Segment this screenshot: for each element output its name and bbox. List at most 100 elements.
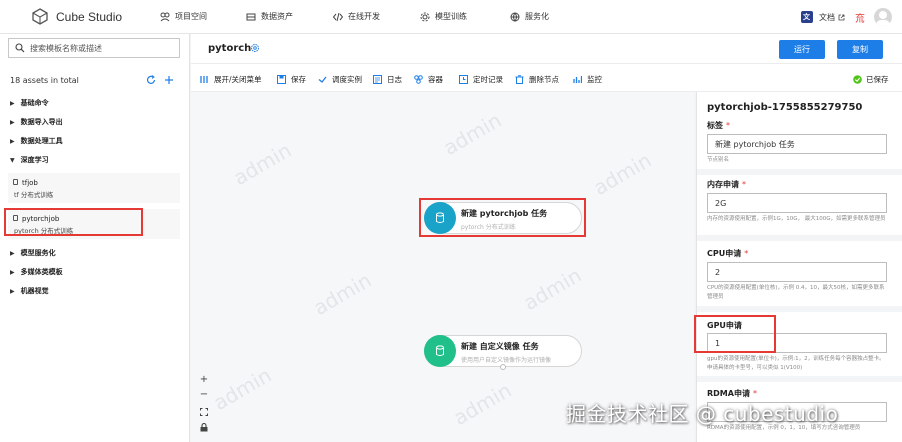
field-hint: CPU的资源使用配置(单位核)，示例 0.4，10，最大50核，如需更多联系管理… xyxy=(707,285,885,300)
menu-toggle-icon xyxy=(200,76,208,83)
watermark: admin xyxy=(229,137,296,191)
run-button[interactable]: 运行 xyxy=(779,40,825,59)
caret-right-icon: ▶ xyxy=(10,268,15,276)
watermark: admin xyxy=(589,147,656,201)
caret-down-icon: ▼ xyxy=(10,156,15,164)
external-link-icon xyxy=(838,14,845,20)
task-node-custom-image[interactable]: 新建 自定义镜像 任务 使用用户自定义镜像作为运行镜像 xyxy=(424,335,582,367)
toolbar-label: 定时记录 xyxy=(473,75,503,84)
toolbar-label: 日志 xyxy=(387,75,402,84)
toolbar-timer-records[interactable]: 定时记录 xyxy=(459,74,503,85)
field-label: RDMA申请 xyxy=(707,389,750,398)
category-label: 基础命令 xyxy=(20,99,49,107)
toolbar-label: 删除节点 xyxy=(529,75,559,84)
field-label-tag: 标签 * xyxy=(707,120,730,131)
category-basic-commands[interactable]: ▶ 基础命令 xyxy=(10,98,49,108)
category-deep-learning[interactable]: ▼ 深度学习 xyxy=(10,155,49,165)
highlight-box-template xyxy=(4,208,143,236)
zoom-in-button[interactable]: + xyxy=(199,374,209,385)
node-subtitle: 使用用户自定义镜像作为运行镜像 xyxy=(461,357,552,364)
node-id-title: pytorchjob-1755855279750 xyxy=(707,102,863,113)
app-logo[interactable]: Cube Studio xyxy=(32,8,122,25)
field-label-cpu: CPU申请 * xyxy=(707,248,748,259)
toolbar-logs[interactable]: 日志 xyxy=(373,74,402,85)
top-right-tools: 文 文档 㐬 xyxy=(801,8,892,26)
template-card-tfjob[interactable]: tfjob tf 分布式训练 xyxy=(8,173,180,203)
caret-right-icon: ▶ xyxy=(10,249,15,257)
field-hint: 节点别名 xyxy=(707,157,730,163)
caret-right-icon: ▶ xyxy=(10,137,15,145)
toolbar-save[interactable]: 保存 xyxy=(277,74,306,85)
settings-icon[interactable] xyxy=(250,43,260,53)
nav-data-assets[interactable]: 数据资产 xyxy=(246,11,293,22)
field-label: 内存申请 xyxy=(707,180,739,189)
nav-label: 服务化 xyxy=(525,12,549,21)
cpu-input[interactable]: 2 xyxy=(707,262,887,282)
tag-input[interactable]: 新建 pytorchjob 任务 xyxy=(707,134,887,154)
nav-project-space[interactable]: 项目空间 xyxy=(160,11,207,22)
node-icon-bg xyxy=(424,335,456,367)
toolbar-toggle-menu[interactable]: 展开/关闭菜单 xyxy=(200,74,262,85)
database-icon xyxy=(436,345,444,356)
required-mark: * xyxy=(752,389,757,398)
model-train-icon xyxy=(420,12,430,21)
template-icon xyxy=(13,179,18,185)
zoom-out-button[interactable]: − xyxy=(199,389,209,400)
field-label-memory: 内存申请 * xyxy=(707,179,746,190)
toolbar-delete-node[interactable]: 删除节点 xyxy=(515,74,559,85)
category-label: 模型服务化 xyxy=(20,249,56,257)
nav-label: 在线开发 xyxy=(348,12,380,21)
user-avatar[interactable] xyxy=(874,8,892,26)
save-status-label: 已保存 xyxy=(866,75,889,84)
copy-button[interactable]: 复制 xyxy=(837,40,883,59)
docs-link[interactable]: 文档 xyxy=(819,12,835,23)
nav-serving[interactable]: 服务化 xyxy=(510,11,549,22)
required-mark: * xyxy=(726,121,730,130)
highlight-box-node xyxy=(419,198,586,237)
toolbar-containers[interactable]: 容器 xyxy=(414,74,443,85)
pipeline-canvas[interactable]: admin admin admin admin admin admin admi… xyxy=(191,92,694,442)
juejin-watermark: 掘金技术社区 @ cubestudio xyxy=(566,402,839,426)
fit-view-icon[interactable] xyxy=(200,408,208,416)
notification-icon[interactable]: 㐬 xyxy=(855,10,865,25)
watermark: admin xyxy=(449,377,516,431)
required-mark: * xyxy=(744,249,749,258)
nav-label: 数据资产 xyxy=(261,12,293,21)
category-label: 深度学习 xyxy=(20,156,49,164)
timer-record-icon xyxy=(459,75,468,84)
nav-model-training[interactable]: 模型训练 xyxy=(420,11,467,22)
section-divider xyxy=(697,306,902,312)
nav-online-dev[interactable]: 在线开发 xyxy=(333,11,380,22)
avatar-body xyxy=(876,20,890,26)
language-button[interactable]: 文 xyxy=(801,11,813,23)
toolbar-label: 展开/关闭菜单 xyxy=(214,75,262,84)
memory-input[interactable]: 2G xyxy=(707,193,887,213)
add-icon[interactable] xyxy=(164,75,174,85)
top-navbar: Cube Studio 项目空间 数据资产 在线开发 模型训练 服务化 文 文档… xyxy=(0,0,902,34)
template-desc: tf 分布式训练 xyxy=(14,191,54,199)
search-placeholder: 搜索模板名称或描述 xyxy=(30,43,102,53)
app-name: Cube Studio xyxy=(56,9,123,24)
toolbar-schedule-instance[interactable]: 调度实例 xyxy=(318,74,362,85)
watermark: admin xyxy=(209,362,276,416)
node-config-panel: pytorchjob-1755855279750 标签 * 新建 pytorchj… xyxy=(696,92,902,442)
category-data-tools[interactable]: ▶ 数据处理工具 xyxy=(10,136,63,146)
code-icon xyxy=(333,12,343,21)
schedule-instance-icon xyxy=(318,76,327,83)
pipeline-name[interactable]: pytorch xyxy=(208,43,251,54)
refresh-icon[interactable] xyxy=(146,75,156,85)
category-model-serving[interactable]: ▶ 模型服务化 xyxy=(10,248,56,258)
category-data-io[interactable]: ▶ 数据导入导出 xyxy=(10,117,63,127)
service-icon xyxy=(510,12,520,22)
template-name: tfjob xyxy=(22,179,38,187)
category-vision[interactable]: ▶ 机器视觉 xyxy=(10,286,49,296)
toolbar-label: 保存 xyxy=(291,75,306,84)
toolbar-monitor[interactable]: 监控 xyxy=(573,74,602,85)
lock-icon[interactable] xyxy=(200,423,208,432)
template-search-input[interactable]: 搜索模板名称或描述 xyxy=(8,38,180,58)
canvas-toolbar: 展开/关闭菜单 保存 调度实例 日志 容器 定时记录 删除节点 监控 已保存 xyxy=(191,64,902,92)
node-output-port[interactable] xyxy=(500,364,506,370)
avatar-head xyxy=(879,11,887,19)
category-multimedia[interactable]: ▶ 多媒体类模板 xyxy=(10,267,63,277)
save-icon xyxy=(277,75,286,84)
